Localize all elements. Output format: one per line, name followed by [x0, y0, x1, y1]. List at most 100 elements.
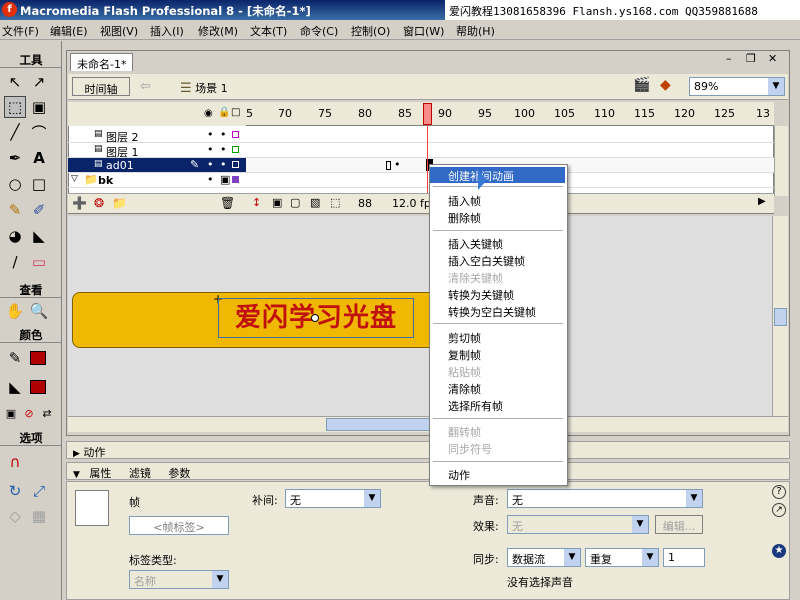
- stage-vertical-scrollbar[interactable]: [772, 216, 788, 416]
- timeline-button[interactable]: 时间轴: [72, 77, 130, 96]
- tab-parameters[interactable]: 参数: [168, 467, 190, 480]
- scale-icon[interactable]: ⤢: [28, 480, 50, 502]
- zoom-tool-icon[interactable]: 🔍: [28, 300, 50, 322]
- menu-item-actions[interactable]: 动作: [430, 466, 565, 482]
- brush-tool-icon[interactable]: ✐: [28, 199, 50, 221]
- frame-track[interactable]: [246, 128, 774, 143]
- visibility-dot[interactable]: •: [207, 158, 214, 171]
- lock-icon[interactable]: ▣: [220, 173, 230, 186]
- layer-row-selected[interactable]: ▤ ad01 ✎ • •: [68, 158, 246, 173]
- outline-color-box[interactable]: [232, 146, 239, 153]
- outline-color-box[interactable]: [232, 161, 239, 168]
- add-folder-icon[interactable]: 📁: [112, 196, 127, 210]
- pencil-tool-icon[interactable]: ✎: [4, 199, 26, 221]
- visibility-dot[interactable]: •: [207, 173, 214, 186]
- rectangle-tool-icon[interactable]: □: [28, 173, 50, 195]
- edit-symbol-icon[interactable]: ◆: [660, 77, 671, 93]
- scroll-right-icon[interactable]: ▶: [758, 196, 766, 207]
- accessibility-icon[interactable]: ★: [772, 544, 786, 558]
- menu-edit[interactable]: 编辑(E): [50, 23, 88, 39]
- swap-colors-icon[interactable]: ⇄: [36, 402, 58, 424]
- hand-tool-icon[interactable]: ✋: [4, 300, 26, 322]
- stage-horizontal-scrollbar[interactable]: [68, 416, 788, 432]
- fill-transform-tool-icon[interactable]: ▣: [28, 96, 50, 118]
- transform-point-icon[interactable]: [311, 314, 319, 322]
- menu-modify[interactable]: 修改(M): [198, 23, 238, 39]
- pen-tool-icon[interactable]: ✒: [4, 147, 26, 169]
- menu-item-clear-frames[interactable]: 清除帧: [430, 380, 565, 396]
- document-tab[interactable]: 未命名-1*: [70, 53, 134, 71]
- menu-file[interactable]: 文件(F): [2, 23, 39, 39]
- timeline-scrollbar[interactable]: [774, 126, 788, 196]
- sound-select[interactable]: 无 ▼: [507, 489, 703, 508]
- flash-app-icon[interactable]: f: [2, 2, 17, 17]
- restore-icon[interactable]: ❐: [746, 52, 756, 65]
- frame-track[interactable]: [246, 143, 774, 158]
- stroke-color-swatch[interactable]: [30, 351, 46, 365]
- lock-dot[interactable]: •: [220, 143, 227, 156]
- tab-properties[interactable]: 属性: [89, 467, 111, 480]
- menu-control[interactable]: 控制(O): [351, 23, 390, 39]
- oval-tool-icon[interactable]: ○: [4, 173, 26, 195]
- subselection-tool-icon[interactable]: ↗: [28, 71, 50, 93]
- lock-icon[interactable]: 🔒: [218, 107, 230, 118]
- delete-layer-icon[interactable]: 🗑: [220, 196, 235, 210]
- ink-bottle-tool-icon[interactable]: ◕: [4, 225, 26, 247]
- menu-item-copy-frames[interactable]: 复制帧: [430, 346, 565, 362]
- actions-panel-header[interactable]: ▶ 动作: [66, 441, 790, 459]
- menu-view[interactable]: 视图(V): [100, 23, 138, 39]
- help-icon[interactable]: ?: [772, 485, 786, 499]
- lasso-tool-icon[interactable]: ⌒: [28, 121, 50, 143]
- menu-item-insert-blank-keyframe[interactable]: 插入空白关键帧: [430, 252, 565, 268]
- menu-item-cut-frames[interactable]: 剪切帧: [430, 329, 565, 345]
- add-guide-layer-icon[interactable]: ❂: [94, 196, 104, 210]
- close-icon[interactable]: ✕: [768, 52, 777, 65]
- playhead[interactable]: [423, 103, 432, 125]
- menu-insert[interactable]: 插入(I): [150, 23, 184, 39]
- text-tool-icon[interactable]: A: [28, 147, 50, 169]
- frame-label-input[interactable]: <帧标签>: [129, 516, 229, 535]
- paint-bucket-tool-icon[interactable]: ◣: [28, 225, 50, 247]
- menu-help[interactable]: 帮助(H): [456, 23, 495, 39]
- line-tool-icon[interactable]: ╱: [4, 121, 26, 143]
- repeat-count-input[interactable]: 1: [663, 548, 705, 567]
- onion-skin-icon[interactable]: ▣: [272, 196, 282, 209]
- visibility-dot[interactable]: •: [207, 143, 214, 156]
- scrollbar-thumb[interactable]: [774, 308, 787, 326]
- eye-icon[interactable]: ◉: [204, 108, 213, 119]
- outline-color-box[interactable]: [232, 131, 239, 138]
- layer-row[interactable]: ▤ 图层 1 • •: [68, 143, 246, 159]
- menu-item-create-motion-tween[interactable]: 创建补间动画: [430, 167, 565, 183]
- menu-item-insert-frame[interactable]: 插入帧: [430, 192, 565, 208]
- keyframe-end[interactable]: [386, 161, 391, 170]
- add-layer-icon[interactable]: ➕: [72, 196, 87, 210]
- menu-item-insert-keyframe[interactable]: 插入关键帧: [430, 235, 565, 251]
- edit-multiple-frames-icon[interactable]: ▧: [310, 196, 320, 209]
- scene-breadcrumb[interactable]: ☰ 场景 1: [180, 80, 228, 96]
- menu-item-select-all-frames[interactable]: 选择所有帧: [430, 397, 565, 413]
- lock-dot[interactable]: •: [220, 158, 227, 171]
- menu-commands[interactable]: 命令(C): [300, 23, 338, 39]
- menu-item-remove-frames[interactable]: 删除帧: [430, 209, 565, 225]
- lock-dot[interactable]: •: [220, 128, 227, 141]
- scrollbar-thumb[interactable]: [326, 418, 436, 431]
- minimize-icon[interactable]: –: [726, 52, 732, 65]
- repeat-select[interactable]: 重复 ▼: [585, 548, 659, 567]
- menu-item-convert-to-blank-keyframes[interactable]: 转换为空白关键帧: [430, 303, 565, 319]
- menu-text[interactable]: 文本(T): [250, 23, 287, 39]
- zoom-select[interactable]: 89% ▼: [689, 77, 785, 96]
- onion-outline-icon[interactable]: ▢: [290, 196, 300, 209]
- visibility-dot[interactable]: •: [207, 128, 214, 141]
- modify-markers-icon[interactable]: ⬚: [330, 196, 340, 209]
- tab-filters[interactable]: 滤镜: [129, 467, 151, 480]
- eyedropper-tool-icon[interactable]: ∕: [4, 251, 26, 273]
- layer-row[interactable]: ▽ 📁 bk • ▣: [68, 173, 246, 188]
- keyframe-dot[interactable]: •: [394, 158, 401, 171]
- edit-scene-icon[interactable]: 🎬: [633, 77, 650, 93]
- folder-expand-icon[interactable]: ▽: [71, 174, 78, 184]
- selection-tool-icon[interactable]: ↖: [4, 71, 26, 93]
- snap-magnet-icon[interactable]: ∩: [4, 451, 26, 473]
- menu-item-convert-to-keyframes[interactable]: 转换为关键帧: [430, 286, 565, 302]
- edit-accessibility-icon[interactable]: ↗: [772, 503, 786, 517]
- outline-color-box[interactable]: [232, 176, 239, 183]
